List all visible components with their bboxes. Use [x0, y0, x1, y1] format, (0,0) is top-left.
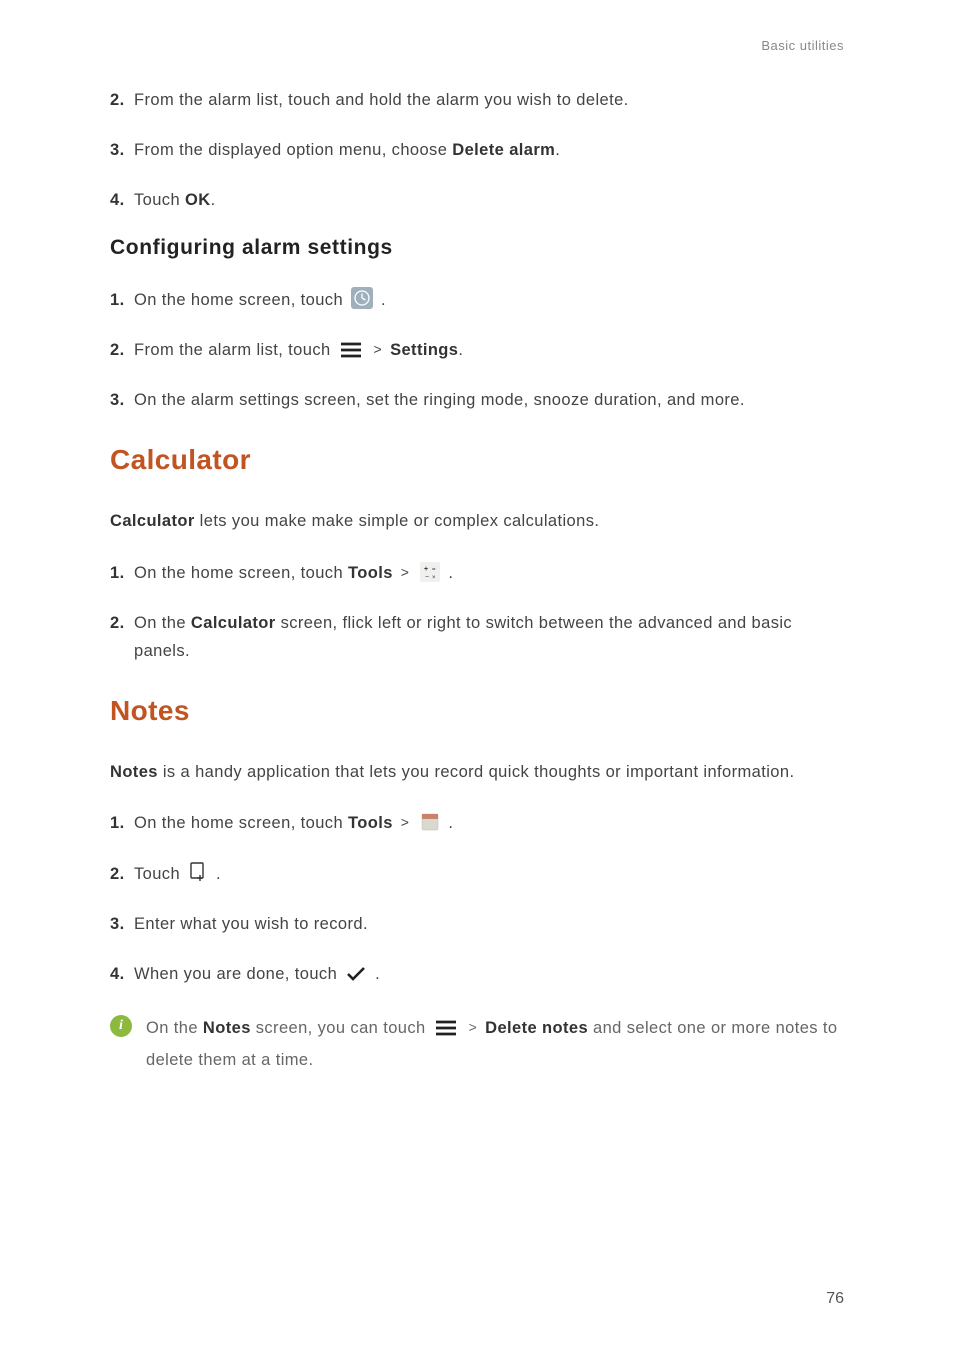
svg-text:−: − [425, 574, 430, 581]
step-text: From the displayed option menu, choose D… [134, 136, 844, 164]
step-number: 2. [110, 86, 134, 114]
new-note-icon [188, 861, 208, 883]
text-fragment: . [458, 341, 463, 359]
step-number: 2. [110, 860, 134, 888]
step-text: From the alarm list, touch > Settings. [134, 336, 844, 364]
step-text: On the alarm settings screen, set the ri… [134, 386, 844, 414]
text-fragment: . [216, 865, 221, 883]
text-fragment: From the displayed option menu, choose [134, 141, 452, 159]
step-text: Enter what you wish to record. [134, 910, 844, 938]
step-text: Touch . [134, 860, 844, 888]
step-number: 1. [110, 559, 134, 587]
menu-icon [434, 1019, 458, 1037]
step-item: 1. On the home screen, touch . [110, 286, 844, 314]
subsection-heading: Configuring alarm settings [110, 236, 844, 260]
text-fragment: When you are done, touch [134, 965, 342, 983]
notes-app-icon [420, 812, 440, 832]
section-header: Basic utilities [761, 38, 844, 53]
section-heading-calculator: Calculator [110, 444, 844, 476]
step-text: From the alarm list, touch and hold the … [134, 86, 844, 114]
bold-text: OK [185, 191, 211, 209]
breadcrumb-separator: > [374, 341, 383, 357]
bold-text: Notes [110, 763, 158, 781]
step-text: Touch OK. [134, 186, 844, 214]
step-text: On the home screen, touch . [134, 286, 844, 314]
step-number: 3. [110, 136, 134, 164]
bold-text: Delete alarm [452, 141, 555, 159]
breadcrumb-separator: > [469, 1019, 478, 1035]
bold-text: Delete notes [485, 1019, 588, 1037]
text-fragment: On the [146, 1019, 203, 1037]
step-item: 4. Touch OK. [110, 186, 844, 214]
step-item: 1. On the home screen, touch Tools > +=−… [110, 559, 844, 587]
step-item: 2. On the Calculator screen, flick left … [110, 609, 844, 665]
step-item: 3. On the alarm settings screen, set the… [110, 386, 844, 414]
clock-app-icon [351, 287, 373, 309]
paragraph: Calculator lets you make make simple or … [110, 506, 844, 537]
text-fragment: From the alarm list, touch [134, 341, 336, 359]
step-number: 1. [110, 809, 134, 837]
step-item: 3. Enter what you wish to record. [110, 910, 844, 938]
text-fragment: On the home screen, touch [134, 291, 348, 309]
svg-text:×: × [432, 575, 436, 581]
step-text: On the home screen, touch Tools > . [134, 809, 844, 837]
bold-text: Settings [390, 341, 458, 359]
step-text: When you are done, touch . [134, 960, 844, 988]
checkmark-icon [345, 965, 367, 983]
document-page: Basic utilities 2. From the alarm list, … [0, 0, 954, 1352]
bold-text: Calculator [191, 614, 276, 632]
text-fragment: Touch [134, 191, 185, 209]
page-content: 2. From the alarm list, touch and hold t… [110, 86, 844, 1076]
svg-text:=: = [432, 567, 436, 573]
breadcrumb-separator: > [401, 814, 410, 830]
step-item: 4. When you are done, touch . [110, 960, 844, 988]
section-heading-notes: Notes [110, 695, 844, 727]
step-text: On the Calculator screen, flick left or … [134, 609, 844, 665]
text-fragment: On the [134, 614, 191, 632]
text-fragment: lets you make make simple or complex cal… [195, 512, 600, 530]
text-fragment: is a handy application that lets you rec… [158, 763, 795, 781]
bold-text: Tools [348, 564, 393, 582]
step-number: 1. [110, 286, 134, 314]
step-text: On the home screen, touch Tools > +=−× . [134, 559, 844, 587]
text-fragment: On the home screen, touch [134, 564, 348, 582]
step-item: 3. From the displayed option menu, choos… [110, 136, 844, 164]
text-fragment: . [211, 191, 216, 209]
bold-text: Calculator [110, 512, 195, 530]
page-number: 76 [826, 1290, 844, 1308]
svg-text:+: + [424, 566, 429, 573]
step-item: 2. From the alarm list, touch and hold t… [110, 86, 844, 114]
text-fragment: . [448, 564, 453, 582]
step-number: 3. [110, 910, 134, 938]
step-item: 1. On the home screen, touch Tools > . [110, 809, 844, 837]
step-number: 4. [110, 186, 134, 214]
tip-text: On the Notes screen, you can touch > Del… [146, 1012, 844, 1076]
tip-callout: i On the Notes screen, you can touch > D… [110, 1012, 844, 1076]
info-icon: i [110, 1015, 132, 1037]
step-item: 2. Touch . [110, 860, 844, 888]
text-fragment: Touch [134, 865, 185, 883]
text-fragment: On the home screen, touch [134, 814, 348, 832]
step-number: 2. [110, 336, 134, 364]
text-fragment: . [448, 814, 453, 832]
paragraph: Notes is a handy application that lets y… [110, 757, 844, 788]
step-number: 4. [110, 960, 134, 988]
bold-text: Notes [203, 1019, 251, 1037]
text-fragment: . [375, 965, 380, 983]
step-number: 3. [110, 386, 134, 414]
bold-text: Tools [348, 814, 393, 832]
text-fragment: . [381, 291, 386, 309]
step-number: 2. [110, 609, 134, 637]
menu-icon [339, 341, 363, 359]
text-fragment: screen, you can touch [251, 1019, 431, 1037]
breadcrumb-separator: > [401, 564, 410, 580]
calculator-app-icon: +=−× [420, 562, 440, 582]
text-fragment: . [555, 141, 560, 159]
step-item: 2. From the alarm list, touch > Settings… [110, 336, 844, 364]
